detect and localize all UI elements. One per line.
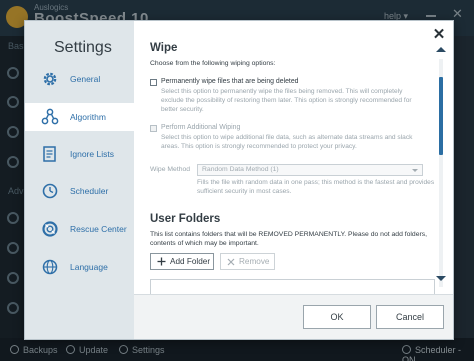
desc-line: Select this option to wipe additional fi… — [161, 134, 413, 141]
nav-item-scheduler[interactable]: Scheduler — [25, 177, 134, 205]
nav-label-language: Language — [70, 262, 108, 272]
settings-sidebar: Settings General Algorithm Ignore Lists … — [25, 21, 134, 339]
dialog-title: Settings — [54, 39, 112, 56]
permanently-wipe-checkbox[interactable] — [150, 79, 157, 86]
wipe-method-label: Wipe Method — [150, 166, 191, 173]
desc-line: exclude the possibility of restoring the… — [161, 97, 412, 105]
ignore-list-icon — [39, 143, 61, 165]
nav-item-rescue-center[interactable]: Rescue Center — [25, 215, 134, 243]
remove-icon — [227, 253, 235, 271]
remove-folder-button[interactable]: Remove — [220, 253, 275, 270]
additional-wiping-description: Select this option to wipe additional fi… — [161, 133, 412, 151]
additional-wiping-label[interactable]: Perform Additional Wiping — [161, 124, 240, 131]
add-folder-button[interactable]: Add Folder — [150, 253, 214, 270]
wipe-method-select[interactable]: Random Data Method (1) — [197, 164, 423, 176]
add-folder-icon — [157, 253, 166, 271]
nav-item-general[interactable]: General — [25, 65, 134, 93]
nav-item-algorithm[interactable]: Algorithm — [25, 103, 134, 131]
algorithm-icon — [39, 106, 61, 128]
user-folders-description: This list contains folders that will be … — [150, 230, 427, 248]
globe-icon — [39, 256, 61, 278]
desc-line: contents of which may be important. — [150, 240, 259, 248]
user-folders-list[interactable] — [150, 279, 435, 294]
rescue-center-icon — [39, 218, 61, 240]
close-icon[interactable]: ✕ — [431, 27, 447, 43]
nav-label-scheduler: Scheduler — [70, 186, 109, 196]
scrollbar-thumb[interactable] — [439, 77, 443, 155]
nav-item-language[interactable]: Language — [25, 253, 134, 281]
cancel-button[interactable]: Cancel — [376, 305, 444, 329]
ok-button[interactable]: OK — [303, 305, 371, 329]
desc-line: areas. This option is strongly recommend… — [161, 143, 357, 151]
nav-label-general: General — [70, 74, 101, 84]
nav-label-algorithm: Algorithm — [70, 112, 106, 122]
wipe-method-value: Random Data Method (1) — [202, 166, 279, 173]
chevron-down-icon — [412, 169, 418, 172]
nav-label-ignore-lists: Ignore Lists — [70, 149, 114, 159]
wipe-intro-text: Choose from the following wiping options… — [150, 60, 276, 67]
desc-line: sufficient security in most cases. — [197, 188, 292, 196]
user-folders-section-title: User Folders — [150, 213, 221, 225]
clock-icon — [39, 180, 61, 202]
scroll-up-icon[interactable] — [436, 47, 446, 52]
gear-icon — [39, 68, 61, 90]
wipe-method-description: Fills the file with random data in one p… — [197, 178, 434, 196]
permanently-wipe-label[interactable]: Permanently wipe files that are being de… — [161, 78, 299, 85]
permanently-wipe-description: Select this option to permanently wipe t… — [161, 87, 412, 115]
scroll-down-icon[interactable] — [436, 276, 446, 281]
desc-line: This list contains folders that will be … — [150, 231, 428, 238]
wipe-section-title: Wipe — [150, 42, 178, 54]
additional-wiping-checkbox[interactable] — [150, 125, 157, 132]
settings-dialog: Settings General Algorithm Ignore Lists … — [24, 20, 454, 340]
desc-line: Fills the file with random data in one p… — [197, 179, 435, 186]
desc-line: better security. — [161, 106, 204, 114]
remove-folder-label: Remove — [239, 257, 270, 266]
desc-line: Select this option to permanently wipe t… — [161, 88, 403, 95]
nav-item-ignore-lists[interactable]: Ignore Lists — [25, 140, 134, 168]
nav-label-rescue-center: Rescue Center — [70, 224, 127, 234]
add-folder-label: Add Folder — [170, 257, 211, 266]
